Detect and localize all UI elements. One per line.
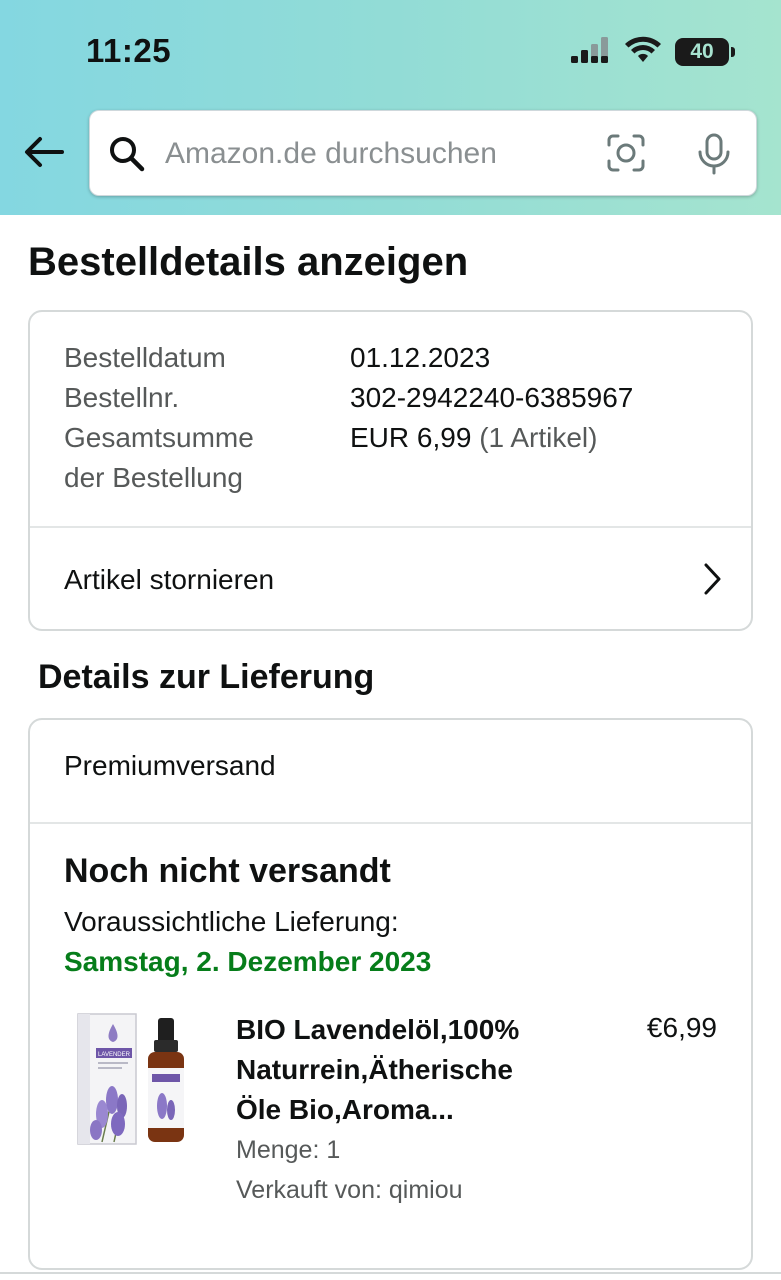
chevron-right-icon [703, 562, 723, 601]
battery-icon: 40 [675, 38, 735, 66]
battery-level: 40 [690, 40, 714, 63]
product-image[interactable]: LAVENDER [74, 1010, 204, 1150]
product-title-line: Öle Bio,Aroma... [236, 1094, 454, 1125]
order-item-count: (1 Artikel) [479, 422, 598, 453]
order-total-label-line2: der Bestellung [64, 462, 244, 493]
order-number-label: Bestellnr. [64, 382, 180, 413]
divider [30, 822, 751, 824]
delivery-card: Premiumversand Noch nicht versandt Vorau… [28, 718, 753, 1270]
status-icons: 40 [571, 36, 735, 69]
order-date-value: 01.12.2023 [350, 342, 491, 373]
order-summary-card: Bestelldatum 01.12.2023 Bestellnr. 302-2… [28, 310, 753, 631]
search-icon [108, 135, 146, 178]
expected-delivery-date: Samstag, 2. Dezember 2023 [64, 946, 432, 977]
cancel-items-row[interactable]: Artikel stornieren [30, 528, 751, 631]
back-button[interactable] [20, 130, 68, 178]
camera-scan-icon[interactable] [606, 133, 646, 178]
product-price: €6,99 [646, 1012, 717, 1043]
order-total-value-row: EUR 6,99 (1 Artikel) [350, 422, 597, 454]
search-bar[interactable] [89, 110, 757, 196]
cellular-signal-icon [571, 36, 611, 68]
microphone-icon[interactable] [696, 133, 732, 180]
shipping-method: Premiumversand [64, 750, 276, 781]
product-title-line: BIO Lavendelöl,100% [236, 1014, 520, 1045]
delivery-section-title: Details zur Lieferung [38, 658, 375, 696]
arrow-left-icon [24, 136, 64, 173]
shipment-status: Noch nicht versandt [64, 852, 391, 890]
product-title-line: Naturrein,Ätherische [236, 1054, 513, 1085]
status-time: 11:25 [86, 32, 172, 69]
product-quantity: Menge: 1 [236, 1136, 341, 1164]
wifi-icon [625, 36, 661, 69]
bottom-divider [0, 1272, 781, 1274]
expected-delivery-label: Voraussichtliche Lieferung: [64, 906, 399, 937]
product-image-box-label: LAVENDER [98, 1052, 131, 1058]
order-total-value: EUR 6,99 [350, 422, 472, 453]
search-input[interactable] [165, 131, 565, 177]
order-total-label-line1: Gesamtsumme [64, 422, 254, 453]
product-seller: Verkauft von: qimiou [236, 1176, 463, 1204]
order-number-value: 302-2942240-6385967 [350, 382, 634, 413]
cancel-items-label: Artikel stornieren [64, 563, 275, 595]
product-title-link[interactable]: BIO Lavendelöl,100% Naturrein,Ätherische… [236, 1010, 566, 1130]
order-date-label: Bestelldatum [64, 342, 226, 373]
page-title: Bestelldetails anzeigen [28, 240, 469, 284]
